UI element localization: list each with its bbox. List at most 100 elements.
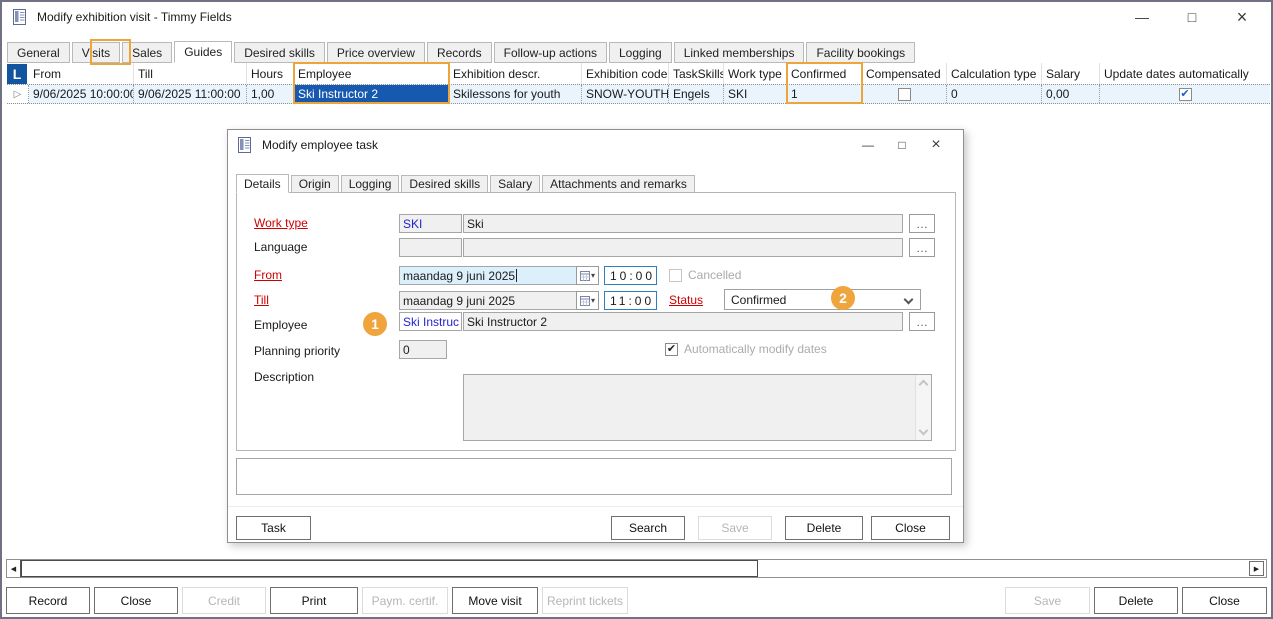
cell-from[interactable]: 9/06/2025 10:00:00 bbox=[29, 85, 134, 103]
col-header-from[interactable]: From bbox=[29, 63, 134, 84]
cell-work-type[interactable]: SKI bbox=[724, 85, 787, 103]
col-header-exhibition-code[interactable]: Exhibition code▲ bbox=[582, 63, 669, 84]
maximize-icon[interactable]: □ bbox=[885, 130, 919, 160]
till-time-field[interactable]: 11:00 bbox=[604, 291, 657, 310]
col-header-confirmed[interactable]: Confirmed bbox=[787, 63, 862, 84]
tab-logging[interactable]: Logging bbox=[609, 42, 672, 63]
chevron-down-icon: ▾ bbox=[591, 271, 595, 280]
employee-lookup-button[interactable]: … bbox=[909, 312, 935, 331]
main-titlebar[interactable]: Modify exhibition visit - Timmy Fields bbox=[2, 2, 1271, 32]
close-visit-button[interactable]: Close bbox=[94, 587, 178, 614]
minimize-icon[interactable]: — bbox=[851, 130, 885, 160]
save-visit-button[interactable]: Save bbox=[1005, 587, 1090, 614]
tab-visits[interactable]: Visits bbox=[72, 42, 120, 63]
tab-salary-dialog[interactable]: Salary bbox=[490, 175, 540, 193]
tab-sales[interactable]: Sales bbox=[122, 42, 172, 63]
tab-attachments-remarks[interactable]: Attachments and remarks bbox=[542, 175, 695, 193]
employee-code-field[interactable]: Ski Instruc bbox=[399, 312, 462, 331]
col-header-work-type[interactable]: Work type bbox=[724, 63, 787, 84]
col-header-compensated[interactable]: Compensated bbox=[862, 63, 947, 84]
tab-logging-dialog[interactable]: Logging bbox=[341, 175, 400, 193]
tab-price-overview[interactable]: Price overview bbox=[327, 42, 425, 63]
col-header-calculation-type[interactable]: Calculation type bbox=[947, 63, 1042, 84]
record-button[interactable]: Record bbox=[6, 587, 90, 614]
close-icon[interactable]: × bbox=[919, 130, 953, 160]
tab-records[interactable]: Records bbox=[427, 42, 492, 63]
col-header-till[interactable]: Till bbox=[134, 63, 247, 84]
tab-linked-memberships[interactable]: Linked memberships bbox=[674, 42, 805, 63]
cell-confirmed[interactable]: 1 bbox=[787, 85, 862, 103]
reprint-tickets-button[interactable]: Reprint tickets bbox=[542, 587, 628, 614]
col-header-taskskills[interactable]: TaskSkills bbox=[669, 63, 724, 84]
till-date-field[interactable]: maandag 9 juni 2025 bbox=[399, 291, 577, 310]
cell-employee[interactable]: Ski Instructor 2 bbox=[294, 85, 449, 103]
row-selector-icon[interactable]: ▷ bbox=[7, 85, 29, 103]
scrollbar-thumb[interactable] bbox=[21, 560, 758, 577]
close-button[interactable]: Close bbox=[871, 516, 950, 540]
col-header-exhibition-descr[interactable]: Exhibition descr. bbox=[449, 63, 582, 84]
language-name-field[interactable] bbox=[463, 238, 903, 257]
tab-general[interactable]: General bbox=[7, 42, 70, 63]
tab-guides[interactable]: Guides bbox=[174, 41, 232, 63]
move-visit-button[interactable]: Move visit bbox=[452, 587, 538, 614]
cell-exhibition-descr[interactable]: Skilessons for youth bbox=[449, 85, 582, 103]
planning-priority-field[interactable]: 0 bbox=[399, 340, 447, 359]
task-button[interactable]: Task bbox=[236, 516, 311, 540]
layout-button[interactable]: L bbox=[7, 64, 27, 84]
horizontal-scrollbar[interactable]: ◀ ▶ bbox=[6, 559, 1267, 578]
close-icon[interactable]: × bbox=[1217, 2, 1267, 32]
tab-follow-up-actions[interactable]: Follow-up actions bbox=[494, 42, 607, 63]
scroll-right-icon[interactable]: ▶ bbox=[1249, 561, 1264, 576]
cell-hours[interactable]: 1,00 bbox=[247, 85, 294, 103]
cell-exhibition-code[interactable]: SNOW-YOUTH bbox=[582, 85, 669, 103]
from-date-picker-button[interactable]: ▾ bbox=[576, 266, 599, 285]
close-window-button[interactable]: Close bbox=[1182, 587, 1267, 614]
cell-taskskills[interactable]: Engels bbox=[669, 85, 724, 103]
language-lookup-button[interactable]: … bbox=[909, 238, 935, 257]
col-header-employee[interactable]: Employee bbox=[294, 63, 449, 84]
cell-calculation-type[interactable]: 0 bbox=[947, 85, 1042, 103]
from-time-field[interactable]: 10:00 bbox=[604, 266, 657, 285]
cell-salary[interactable]: 0,00 bbox=[1042, 85, 1100, 103]
print-button[interactable]: Print bbox=[270, 587, 358, 614]
search-button[interactable]: Search bbox=[611, 516, 685, 540]
auto-modify-dates-checkbox[interactable]: ✔ bbox=[665, 343, 678, 356]
credit-button[interactable]: Credit bbox=[182, 587, 266, 614]
col-header-hours[interactable]: Hours bbox=[247, 63, 294, 84]
cancelled-checkbox[interactable] bbox=[669, 269, 682, 282]
dialog-titlebar[interactable]: Modify employee task — □ × bbox=[228, 130, 963, 160]
compensated-checkbox[interactable] bbox=[898, 88, 911, 101]
cell-till[interactable]: 9/06/2025 11:00:00 bbox=[134, 85, 247, 103]
delete-button[interactable]: Delete bbox=[785, 516, 863, 540]
maximize-icon[interactable]: □ bbox=[1167, 2, 1217, 32]
tab-desired-skills[interactable]: Desired skills bbox=[234, 42, 325, 63]
tab-details[interactable]: Details bbox=[236, 174, 289, 193]
description-textarea[interactable] bbox=[463, 374, 932, 441]
tab-facility-bookings[interactable]: Facility bookings bbox=[806, 42, 915, 63]
employee-name-field[interactable]: Ski Instructor 2 bbox=[463, 312, 903, 331]
table-row[interactable]: ▷ 9/06/2025 10:00:00 9/06/2025 11:00:00 … bbox=[7, 84, 1270, 104]
minimize-icon[interactable]: — bbox=[1117, 2, 1167, 32]
main-window: Modify exhibition visit - Timmy Fields —… bbox=[0, 0, 1273, 619]
from-date-field[interactable]: maandag 9 juni 2025 bbox=[399, 266, 577, 285]
paym-certif-button[interactable]: Paym. certif. bbox=[362, 587, 448, 614]
col-header-update-dates[interactable]: Update dates automatically bbox=[1100, 63, 1270, 84]
work-type-name-field[interactable]: Ski bbox=[463, 214, 903, 233]
language-code-field[interactable] bbox=[399, 238, 462, 257]
window-controls: — □ × bbox=[1117, 2, 1267, 32]
delete-visit-button[interactable]: Delete bbox=[1094, 587, 1178, 614]
scroll-left-icon[interactable]: ◀ bbox=[7, 560, 21, 577]
update-dates-checkbox[interactable]: ✔ bbox=[1179, 88, 1192, 101]
scroll-up-icon[interactable] bbox=[919, 380, 929, 390]
till-date-picker-button[interactable]: ▾ bbox=[576, 291, 599, 310]
save-button[interactable]: Save bbox=[698, 516, 772, 540]
work-type-code-field[interactable]: SKI bbox=[399, 214, 462, 233]
description-scrollbar[interactable] bbox=[915, 375, 931, 440]
status-dropdown[interactable]: Confirmed bbox=[724, 289, 921, 310]
tab-origin[interactable]: Origin bbox=[291, 175, 339, 193]
col-header-salary[interactable]: Salary bbox=[1042, 63, 1100, 84]
tab-desired-skills-dialog[interactable]: Desired skills bbox=[401, 175, 488, 193]
grid-corner[interactable]: L bbox=[7, 63, 29, 84]
work-type-lookup-button[interactable]: … bbox=[909, 214, 935, 233]
scroll-down-icon[interactable] bbox=[919, 426, 929, 436]
